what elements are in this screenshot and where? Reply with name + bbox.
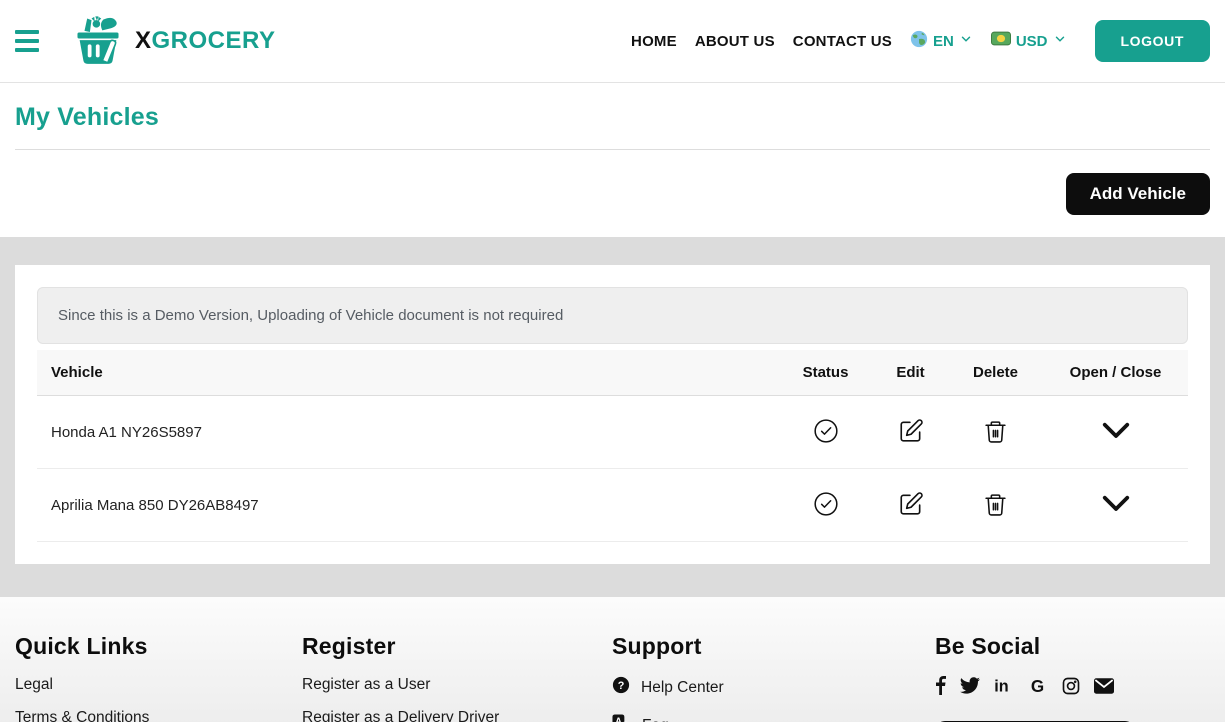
page-toolbar: Add Vehicle [0,150,1225,237]
globe-icon [910,30,928,53]
vehicle-name: Honda A1 NY26S5897 [37,396,778,469]
main-nav: HOME ABOUT US CONTACT US EN USD [631,20,1210,62]
currency-value: USD [1016,33,1048,50]
link-legal[interactable]: Legal [15,676,302,694]
page-footer: Quick Links Legal Terms & Conditions How… [0,597,1225,722]
link-help-center[interactable]: ? Help Center [612,676,935,699]
link-register-driver[interactable]: Register as a Delivery Driver [302,709,612,722]
demo-notice: Since this is a Demo Version, Uploading … [37,287,1188,344]
link-register-user[interactable]: Register as a User [302,676,612,694]
svg-text:in: in [994,677,1008,695]
svg-text:G: G [1031,677,1044,695]
translate-icon: A [612,714,631,722]
footer-heading: Be Social [935,633,1210,660]
link-label: Faq [642,717,669,722]
column-open-close: Open / Close [1043,350,1188,396]
expand-chevron-icon[interactable] [1099,419,1133,443]
footer-heading: Quick Links [15,633,302,660]
app-header: XGROCERY HOME ABOUT US CONTACT US EN [0,0,1225,83]
grocery-basket-icon [71,12,125,71]
page-title-bar: My Vehicles [0,83,1225,150]
footer-quick-links: Quick Links Legal Terms & Conditions How… [15,633,302,722]
edit-icon[interactable] [896,416,926,446]
brand-logo[interactable]: XGROCERY [71,12,275,71]
nav-home[interactable]: HOME [631,33,677,50]
link-label: Help Center [641,679,724,697]
link-faq[interactable]: A Faq [612,714,935,722]
chevron-down-icon [959,32,973,51]
twitter-icon[interactable] [960,677,980,694]
column-vehicle: Vehicle [37,350,778,396]
chevron-down-icon [1053,32,1067,51]
vehicles-table: Vehicle Status Edit Delete Open / Close … [37,350,1188,542]
email-envelope-icon[interactable] [1094,678,1114,694]
vehicle-name: Aprilia Mana 850 DY26AB8497 [37,469,778,542]
social-icons: in G [935,676,1210,695]
delete-trash-icon[interactable] [981,417,1010,446]
facebook-icon[interactable] [935,676,946,695]
brand-name: XGROCERY [135,27,275,55]
footer-heading: Support [612,633,935,660]
delete-trash-icon[interactable] [981,490,1010,519]
column-status: Status [778,350,873,396]
google-icon[interactable]: G [1030,677,1048,695]
language-value: EN [933,33,954,50]
help-circle-icon: ? [612,676,630,699]
main-content: Since this is a Demo Version, Uploading … [0,237,1225,597]
linkedin-icon[interactable]: in [994,677,1016,695]
table-row: Aprilia Mana 850 DY26AB8497 [37,469,1188,542]
add-vehicle-button[interactable]: Add Vehicle [1066,173,1210,215]
footer-register: Register Register as a User Register as … [302,633,612,722]
page-title: My Vehicles [15,103,1210,149]
logout-button[interactable]: LOGOUT [1095,20,1210,62]
column-delete: Delete [948,350,1043,396]
instagram-icon[interactable] [1062,677,1080,695]
nav-contact-us[interactable]: CONTACT US [793,33,892,50]
status-active-icon[interactable] [811,489,841,519]
expand-chevron-icon[interactable] [1099,492,1133,516]
hamburger-menu-icon[interactable] [15,24,49,58]
svg-text:?: ? [618,680,625,692]
banknote-icon [991,31,1011,51]
status-active-icon[interactable] [811,416,841,446]
language-selector[interactable]: EN [910,30,973,53]
nav-about-us[interactable]: ABOUT US [695,33,775,50]
vehicles-card: Since this is a Demo Version, Uploading … [15,265,1210,564]
footer-support: Support ? Help Center A Faq [612,633,935,722]
footer-heading: Register [302,633,612,660]
table-header-row: Vehicle Status Edit Delete Open / Close [37,350,1188,396]
footer-be-social: Be Social in G Downl [935,633,1210,722]
svg-text:A: A [615,716,622,722]
table-row: Honda A1 NY26S5897 [37,396,1188,469]
link-terms-conditions[interactable]: Terms & Conditions [15,709,302,722]
column-edit: Edit [873,350,948,396]
edit-icon[interactable] [896,489,926,519]
currency-selector[interactable]: USD [991,31,1067,51]
